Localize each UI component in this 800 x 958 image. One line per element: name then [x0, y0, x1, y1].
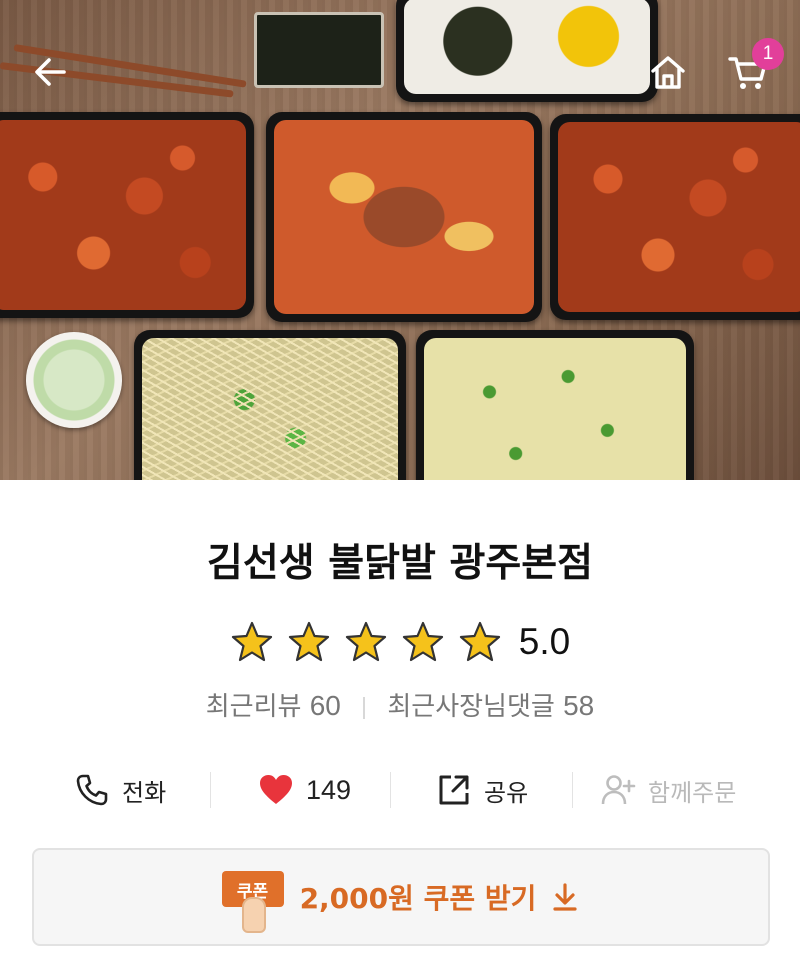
arrow-left-icon [35, 58, 66, 86]
back-button[interactable] [26, 48, 74, 96]
add-person-icon [601, 775, 636, 805]
coupon-ticket-icon: 쿠폰 [221, 861, 286, 933]
review-stats[interactable]: 최근리뷰 60 최근사장님댓글 58 [0, 686, 800, 723]
divider [210, 772, 211, 808]
share-icon [439, 775, 469, 805]
star-icon [345, 621, 386, 662]
phone-icon [76, 774, 108, 806]
food-tray-bean-sprouts [134, 330, 406, 480]
divider [572, 772, 573, 808]
share-button[interactable]: 공유 [436, 758, 528, 822]
food-tray-steamed-egg [416, 330, 694, 480]
star-icon [459, 621, 500, 662]
like-button[interactable]: 149 [258, 758, 351, 822]
store-name: 김선생 불닭발 광주본점 [207, 541, 593, 586]
coupon-cta-label: 2,000원 쿠폰 받기 [299, 882, 537, 915]
food-tray-tteokbokki [266, 112, 542, 322]
food-tray-chicken-feet-right [550, 114, 800, 320]
group-order-button[interactable]: 함께주문 [600, 758, 736, 822]
food-tray-chicken-feet-left [0, 112, 254, 318]
divider [390, 772, 391, 808]
food-tray-rice [396, 0, 658, 102]
download-arrow-icon [553, 883, 578, 911]
seaweed-tray [254, 12, 384, 88]
recent-reviews-label: 최근리뷰 [205, 692, 302, 722]
rating-row: 5.0 [0, 616, 800, 668]
recent-reviews-count: 60 [309, 690, 341, 721]
rating-value: 5.0 [518, 621, 571, 662]
hand-icon [241, 897, 266, 933]
star-icon [402, 621, 443, 662]
group-order-label: 함께주문 [648, 778, 737, 807]
action-bar: 전화 149 공유 함께주문 [0, 758, 800, 822]
home-icon [651, 56, 685, 89]
home-button[interactable] [644, 48, 692, 96]
share-label: 공유 [484, 778, 529, 807]
recent-replies-label: 최근사장님댓글 [387, 692, 555, 722]
sauce-cup [26, 332, 122, 428]
call-button[interactable]: 전화 [74, 758, 166, 822]
like-count: 149 [306, 774, 352, 805]
cart-count-badge: 1 [752, 38, 784, 70]
coupon-download-button[interactable]: 쿠폰 2,000원 쿠폰 받기 [32, 848, 770, 946]
star-icon [231, 621, 272, 662]
divider [363, 696, 366, 719]
call-label: 전화 [122, 778, 167, 807]
recent-replies-count: 58 [563, 690, 595, 721]
star-icon [288, 621, 329, 662]
heart-icon [260, 775, 292, 804]
hero-photo: 1 [0, 0, 800, 480]
